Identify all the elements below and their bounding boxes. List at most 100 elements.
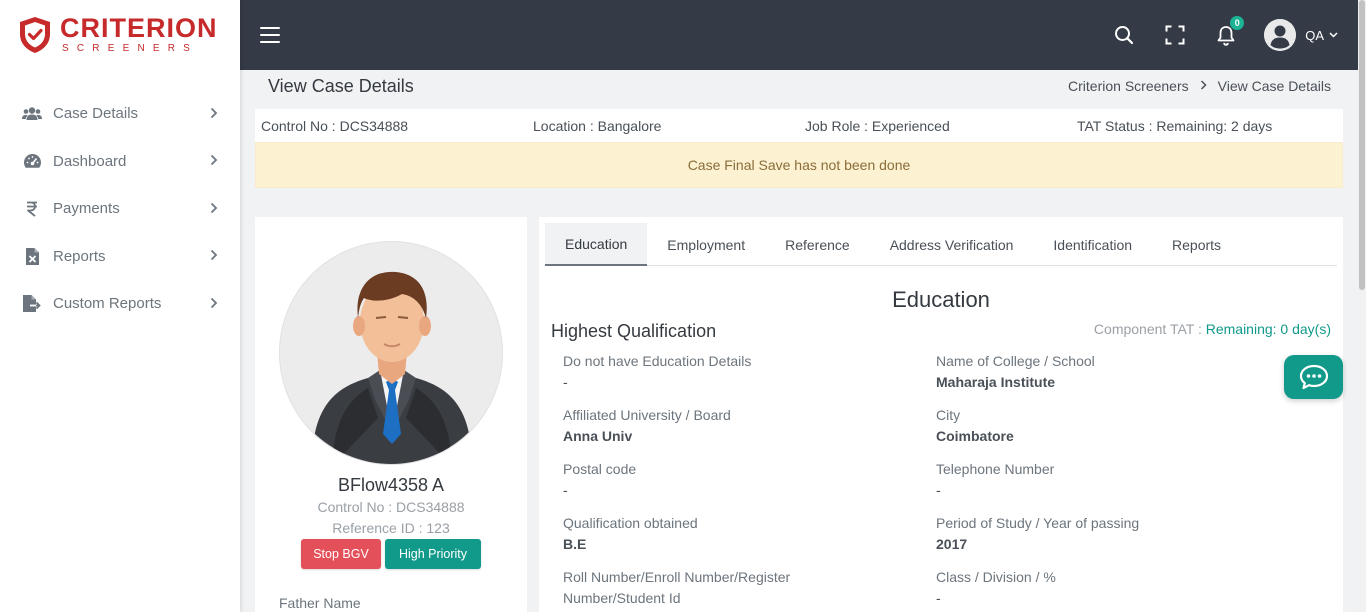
field-label: Qualification obtained xyxy=(563,515,698,531)
chevron-right-icon xyxy=(1200,79,1207,93)
excel-file-icon xyxy=(22,246,42,266)
field-telephone-number: Telephone Number - xyxy=(936,459,1236,501)
tab-identification[interactable]: Identification xyxy=(1033,223,1152,266)
scrollbar-thumb[interactable] xyxy=(1359,0,1365,290)
field-value: - xyxy=(563,482,568,498)
field-label: Period of Study / Year of passing xyxy=(936,515,1140,531)
high-priority-button[interactable]: High Priority xyxy=(385,539,481,569)
field-value: Maharaja Institute xyxy=(936,374,1056,390)
sidebar-item-label: Reports xyxy=(53,247,106,265)
field-college-name: Name of College / School Maharaja Instit… xyxy=(936,351,1236,393)
chevron-right-icon xyxy=(210,153,218,169)
sidebar-item-reports[interactable]: Reports xyxy=(0,233,240,281)
component-tat: Component TAT : Remaining: 0 day(s) xyxy=(1094,321,1331,337)
tab-reports[interactable]: Reports xyxy=(1152,223,1241,266)
field-value: - xyxy=(936,482,941,498)
candidate-avatar xyxy=(279,241,503,465)
brand-name: CRITERION xyxy=(60,13,218,43)
fullscreen-icon[interactable] xyxy=(1163,23,1187,47)
brand-logo[interactable]: CRITERION SCREENERS xyxy=(0,0,240,70)
breadcrumb-current: View Case Details xyxy=(1217,78,1331,94)
field-affiliated-university: Affiliated University / Board Anna Univ xyxy=(563,405,863,447)
breadcrumb-home-link[interactable]: Criterion Screeners xyxy=(1068,78,1189,94)
chat-button[interactable] xyxy=(1284,355,1343,399)
tab-education[interactable]: Education xyxy=(545,223,648,266)
father-name-label: Father Name xyxy=(279,595,361,611)
shield-check-icon xyxy=(20,17,50,53)
chevron-right-icon xyxy=(210,201,218,217)
notification-count-badge: 0 xyxy=(1230,16,1245,30)
page-scrollbar[interactable] xyxy=(1358,0,1366,612)
chevron-right-icon xyxy=(210,106,218,122)
verification-details-card: Education Employment Reference Address V… xyxy=(539,217,1343,612)
control-number: Control No : DCS34888 xyxy=(261,117,409,134)
field-label: Class / Division / % xyxy=(936,569,1056,585)
chevron-down-icon xyxy=(1329,30,1338,41)
field-value: Anna Univ xyxy=(563,428,633,444)
candidate-profile-card: BFlow4358 A Control No : DCS34888 Refere… xyxy=(255,217,527,612)
hamburger-menu-icon[interactable] xyxy=(260,27,280,43)
field-label: Do not have Education Details xyxy=(563,353,752,369)
notification-bell-icon[interactable]: 0 xyxy=(1214,16,1245,47)
tab-employment[interactable]: Employment xyxy=(647,223,765,266)
field-class-division: Class / Division / % - xyxy=(936,567,1236,609)
field-roll-number: Roll Number/Enroll Number/Register Numbe… xyxy=(563,567,823,609)
field-label: Roll Number/Enroll Number/Register Numbe… xyxy=(563,569,791,606)
alert-message: Case Final Save has not been done xyxy=(687,157,911,173)
tab-reference[interactable]: Reference xyxy=(765,223,870,266)
candidate-reference-id: Reference ID : 123 xyxy=(332,520,450,536)
dashboard-gauge-icon xyxy=(22,151,42,171)
search-icon[interactable] xyxy=(1112,23,1136,47)
case-info-strip: Control No : DCS34888 Location : Bangalo… xyxy=(255,109,1343,142)
location: Location : Bangalore xyxy=(533,117,662,134)
user-initials: QA xyxy=(1305,27,1324,43)
sidebar-item-custom-reports[interactable]: Custom Reports xyxy=(0,280,240,328)
sidebar-item-case-details[interactable]: Case Details xyxy=(0,90,240,138)
candidate-control-number: Control No : DCS34888 xyxy=(317,499,465,515)
field-label: Telephone Number xyxy=(936,461,1055,477)
sidebar-item-label: Dashboard xyxy=(53,152,127,170)
users-icon xyxy=(22,104,42,124)
verification-tabs: Education Employment Reference Address V… xyxy=(545,223,1337,266)
file-export-icon xyxy=(22,294,42,314)
tab-address-verification[interactable]: Address Verification xyxy=(870,223,1034,266)
component-tat-label: Component TAT : xyxy=(1093,321,1202,337)
avatar xyxy=(1264,19,1297,51)
sidebar-nav: Case Details Dashboard Payments Reports … xyxy=(0,90,240,328)
candidate-name: BFlow4358 A xyxy=(337,475,445,495)
brand-tagline: SCREENERS xyxy=(62,43,199,54)
job-role: Job Role : Experienced xyxy=(805,117,950,134)
field-qualification-obtained: Qualification obtained B.E xyxy=(563,513,863,555)
breadcrumb: Criterion Screeners View Case Details xyxy=(1068,78,1331,94)
section-heading: Education xyxy=(892,287,990,312)
field-label: Postal code xyxy=(563,461,637,477)
tat-status: TAT Status : Remaining: 2 days xyxy=(1077,117,1273,134)
rupee-icon xyxy=(22,199,42,219)
sidebar-item-label: Case Details xyxy=(53,105,139,123)
field-value: Coimbatore xyxy=(936,428,1014,444)
chevron-right-icon xyxy=(210,296,218,312)
sidebar-item-label: Payments xyxy=(53,200,120,218)
field-value: 2017 xyxy=(936,536,968,552)
field-value: B.E xyxy=(563,536,587,552)
chat-bubble-icon xyxy=(1299,364,1328,390)
stop-bgv-button[interactable]: Stop BGV xyxy=(301,539,381,569)
sidebar-item-payments[interactable]: Payments xyxy=(0,185,240,233)
field-label: Affiliated University / Board xyxy=(563,407,731,423)
component-tat-value: Remaining: 0 day(s) xyxy=(1205,321,1331,337)
sidebar-item-dashboard[interactable]: Dashboard xyxy=(0,138,240,186)
field-period-of-study: Period of Study / Year of passing 2017 xyxy=(936,513,1236,555)
top-navbar: 0 QA xyxy=(240,0,1358,70)
chevron-right-icon xyxy=(210,248,218,264)
field-value: - xyxy=(563,374,568,390)
user-menu[interactable]: QA xyxy=(1264,19,1338,51)
highest-qualification-heading: Highest Qualification xyxy=(551,321,717,341)
field-value: - xyxy=(936,590,941,606)
field-postal-code: Postal code - xyxy=(563,459,863,501)
field-label: Name of College / School xyxy=(936,353,1095,369)
field-city: City Coimbatore xyxy=(936,405,1236,447)
sidebar: CRITERION SCREENERS Case Details Dashboa… xyxy=(0,0,240,612)
final-save-alert: Case Final Save has not been done xyxy=(255,142,1343,188)
page-title: View Case Details xyxy=(268,76,414,96)
field-no-education-details: Do not have Education Details - xyxy=(563,351,863,393)
